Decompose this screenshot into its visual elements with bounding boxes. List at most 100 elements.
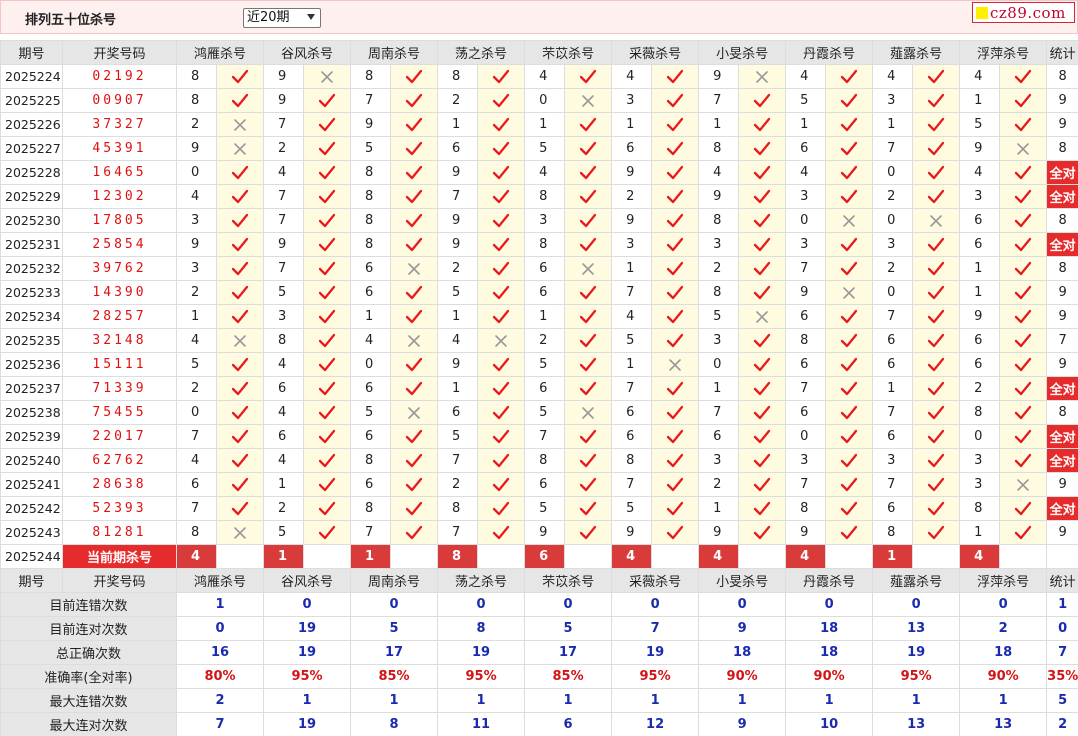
kill-number: 3 bbox=[176, 256, 217, 281]
summary-value: 1 bbox=[350, 688, 439, 713]
row-period: 2025234 bbox=[0, 304, 63, 329]
kill-number: 7 bbox=[611, 280, 653, 305]
kill-number: 6 bbox=[872, 352, 914, 377]
check-icon bbox=[564, 208, 613, 233]
kill-number: 4 bbox=[959, 64, 1001, 89]
row-draw-number: 32148 bbox=[62, 328, 177, 353]
check-icon bbox=[390, 88, 439, 113]
kill-number: 7 bbox=[872, 136, 914, 161]
kill-number: 7 bbox=[872, 400, 914, 425]
kill-number: 8 bbox=[176, 88, 217, 113]
kill-number: 1 bbox=[611, 112, 653, 137]
check-icon bbox=[999, 328, 1048, 353]
check-icon bbox=[999, 232, 1048, 257]
kill-number: 6 bbox=[524, 280, 566, 305]
check-icon bbox=[825, 88, 874, 113]
kill-number: 1 bbox=[785, 112, 827, 137]
site-logo[interactable]: cz89.com bbox=[972, 2, 1075, 23]
kill-number: 3 bbox=[263, 304, 305, 329]
cross-icon bbox=[215, 112, 265, 137]
kill-number: 3 bbox=[872, 448, 914, 473]
kill-number: 1 bbox=[437, 376, 479, 401]
current-kill-blank bbox=[999, 544, 1048, 569]
check-icon bbox=[303, 400, 352, 425]
kill-number: 5 bbox=[350, 136, 392, 161]
kill-number: 8 bbox=[263, 328, 305, 353]
summary-value: 0 bbox=[611, 592, 700, 617]
kill-number: 1 bbox=[437, 112, 479, 137]
check-icon bbox=[999, 160, 1048, 185]
check-icon bbox=[912, 496, 961, 521]
check-icon bbox=[390, 472, 439, 497]
row-period: 2025241 bbox=[0, 472, 63, 497]
row-period: 2025232 bbox=[0, 256, 63, 281]
summary-value: 7 bbox=[1046, 640, 1078, 665]
row-draw-number: 52393 bbox=[62, 496, 177, 521]
check-icon bbox=[477, 256, 526, 281]
check-icon bbox=[303, 352, 352, 377]
current-kill-number: 1 bbox=[263, 544, 305, 569]
kill-number: 8 bbox=[350, 184, 392, 209]
check-icon bbox=[303, 328, 352, 353]
kill-number: 4 bbox=[611, 304, 653, 329]
summary-value: 95% bbox=[872, 664, 961, 689]
summary-value: 9 bbox=[698, 616, 787, 641]
period-select[interactable]: 近20期 bbox=[243, 8, 321, 28]
kill-number: 8 bbox=[350, 64, 392, 89]
check-icon bbox=[215, 88, 265, 113]
row-stat: 9 bbox=[1046, 520, 1078, 545]
kill-number: 6 bbox=[959, 352, 1001, 377]
check-icon bbox=[564, 328, 613, 353]
kill-number: 0 bbox=[524, 88, 566, 113]
kill-number: 3 bbox=[785, 448, 827, 473]
kill-number: 4 bbox=[263, 352, 305, 377]
check-icon bbox=[564, 472, 613, 497]
check-icon bbox=[564, 496, 613, 521]
kill-number: 7 bbox=[872, 472, 914, 497]
check-icon bbox=[651, 280, 700, 305]
kill-number: 6 bbox=[176, 472, 217, 497]
kill-number: 5 bbox=[524, 400, 566, 425]
kill-number: 7 bbox=[350, 520, 392, 545]
summary-value: 1 bbox=[175, 592, 265, 617]
check-icon bbox=[390, 136, 439, 161]
table-row: 2025236 15111 5 4 0 9 5 1 0 6 6 6 9 bbox=[0, 352, 1078, 377]
kill-number: 9 bbox=[437, 232, 479, 257]
summary-value: 5 bbox=[350, 616, 439, 641]
row-period: 2025233 bbox=[0, 280, 63, 305]
kill-number: 2 bbox=[263, 136, 305, 161]
check-icon bbox=[999, 400, 1048, 425]
kill-number: 2 bbox=[698, 256, 740, 281]
row-stat: 9 bbox=[1046, 304, 1078, 329]
row-stat: 8 bbox=[1046, 400, 1078, 425]
table-row: 2025242 52393 7 2 8 8 5 5 1 8 6 8 全对 bbox=[0, 496, 1078, 521]
row-draw-number: 16465 bbox=[62, 160, 177, 185]
summary-value: 0 bbox=[698, 592, 787, 617]
kill-number: 4 bbox=[176, 328, 217, 353]
summary-value: 19 bbox=[872, 640, 961, 665]
summary-row: 目前连对次数 0 19 5 8 5 7 9 18 13 2 0 bbox=[0, 616, 1078, 641]
check-icon bbox=[477, 88, 526, 113]
kill-number: 5 bbox=[263, 280, 305, 305]
row-stat: 全对 bbox=[1046, 184, 1078, 209]
current-kill-number: 8 bbox=[437, 544, 479, 569]
row-stat: 全对 bbox=[1046, 448, 1078, 473]
header-stat: 统计 bbox=[1046, 568, 1078, 593]
cross-icon bbox=[215, 136, 265, 161]
period-select-value: 近20期 bbox=[247, 10, 290, 25]
kill-number: 4 bbox=[959, 160, 1001, 185]
kill-number: 8 bbox=[350, 496, 392, 521]
header-expert-3: 周南杀号 bbox=[350, 40, 439, 65]
check-icon bbox=[564, 304, 613, 329]
summary-value: 1 bbox=[872, 688, 961, 713]
check-icon bbox=[825, 520, 874, 545]
row-period: 2025235 bbox=[0, 328, 63, 353]
summary-value: 5 bbox=[1046, 688, 1078, 713]
kill-number: 6 bbox=[524, 472, 566, 497]
kill-number: 7 bbox=[611, 376, 653, 401]
kill-number: 6 bbox=[350, 472, 392, 497]
kill-number: 5 bbox=[437, 424, 479, 449]
kill-number: 2 bbox=[437, 256, 479, 281]
header-expert-8: 丹霞杀号 bbox=[785, 40, 874, 65]
kill-number: 6 bbox=[785, 304, 827, 329]
